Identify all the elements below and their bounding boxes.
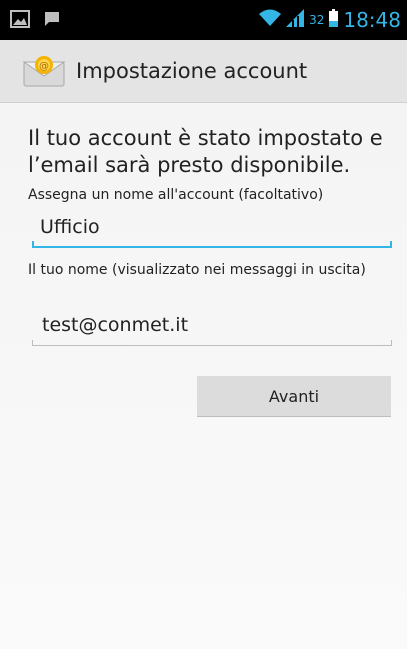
account-setup-form: Il tuo account è stato impostato e l’ema… [0,103,407,649]
setup-complete-message: Il tuo account è stato impostato e l’ema… [28,126,383,177]
next-button[interactable]: Avanti [197,376,391,417]
status-bar: 32 18:48 [0,0,407,40]
focused-underline [32,241,392,248]
your-name-value[interactable]: test@conmet.it [42,314,188,336]
notification-icons [10,10,60,32]
email-app-icon[interactable]: @ [22,54,66,88]
status-indicators: 32 18:48 [259,8,401,32]
account-name-value[interactable]: Ufficio [40,216,100,238]
battery-icon [329,9,339,31]
field-underline [32,340,392,346]
page-title: Impostazione account [76,59,308,83]
wifi-icon [259,9,282,31]
your-name-field[interactable]: test@conmet.it [32,310,392,346]
clock: 18:48 [343,8,401,32]
svg-text:@: @ [39,61,49,72]
action-bar: @ Impostazione account [0,40,407,103]
battery-level: 32 [309,13,325,27]
image-icon [10,10,30,32]
your-name-label: Il tuo nome (visualizzato nei messaggi i… [28,262,366,278]
signal-icon [286,9,305,31]
chat-icon [44,11,60,31]
account-name-label: Assegna un nome all'account (facoltativo… [28,187,324,203]
account-name-field[interactable]: Ufficio [32,212,392,248]
